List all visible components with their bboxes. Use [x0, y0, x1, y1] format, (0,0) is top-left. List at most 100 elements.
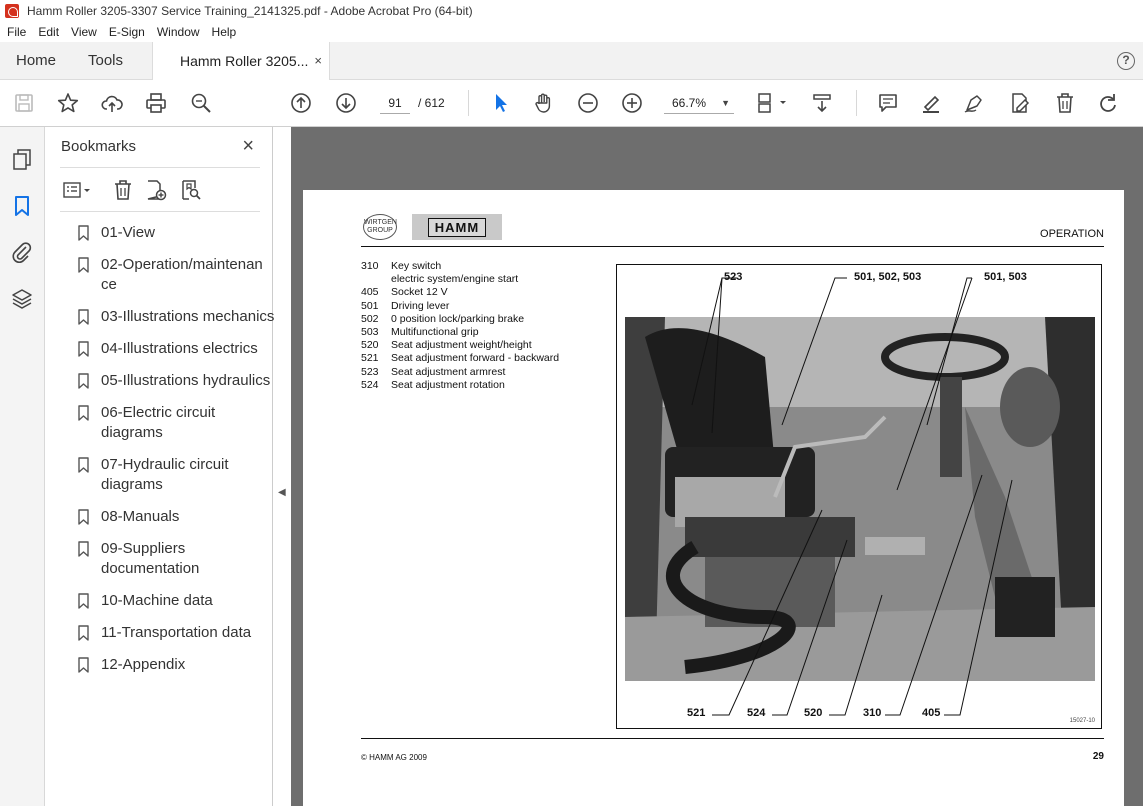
redo-icon[interactable] [1096, 91, 1120, 115]
highlight-pen-icon[interactable] [919, 91, 943, 115]
footer-rule [361, 738, 1104, 739]
window-title: Hamm Roller 3205-3307 Service Training_2… [27, 4, 473, 18]
bookmark-label: 07-Hydraulic circuit diagrams [101, 456, 229, 493]
bookmark-item[interactable]: 11-Transportation data [75, 623, 275, 643]
new-bookmark-icon[interactable] [145, 179, 167, 201]
bookmark-item[interactable]: 03-Illustrations mechanics [75, 307, 275, 327]
bookmarks-toolbar [60, 175, 260, 205]
zoom-level-dropdown[interactable]: 66.7% ▼ [664, 92, 734, 114]
menu-view[interactable]: View [64, 25, 102, 39]
title-bar: Hamm Roller 3205-3307 Service Training_2… [0, 0, 1143, 22]
bookmark-label: 06-Electric circuit diagrams [101, 404, 216, 441]
parts-legend: 310 Key switch electric system/engine sta… [361, 260, 559, 392]
upload-cloud-icon[interactable] [100, 91, 124, 115]
callout-520: 520 [804, 707, 823, 719]
bookmark-icon [78, 625, 89, 641]
callout-521: 521 [687, 707, 706, 719]
star-icon[interactable] [56, 91, 80, 115]
hamm-logo-text: HAMM [427, 217, 487, 237]
bookmark-icon [78, 341, 89, 357]
wirtgen-group-logo: WIRTGEN GROUP [363, 214, 397, 240]
delete-icon[interactable] [1053, 91, 1077, 115]
find-bookmark-icon[interactable] [180, 179, 202, 201]
acrobat-logo-icon [5, 4, 19, 18]
help-icon[interactable]: ? [1117, 52, 1135, 70]
tab-bar: Home Tools Hamm Roller 3205... × ? [0, 42, 1143, 81]
save-icon[interactable] [12, 91, 36, 115]
page-thumbnails-icon[interactable] [10, 147, 34, 171]
layers-icon[interactable] [10, 287, 34, 311]
section-title: OPERATION [1040, 228, 1104, 240]
page-number-input[interactable]: 91 [380, 92, 410, 114]
previous-page-icon[interactable] [289, 91, 313, 115]
collapse-panel-icon[interactable]: ◀ [278, 487, 286, 498]
bookmark-item[interactable]: 08-Manuals [75, 507, 275, 527]
figure-id: 15027-10 [1069, 718, 1095, 724]
divider [60, 167, 260, 168]
bookmark-options-icon[interactable] [62, 179, 96, 201]
zoom-in-icon[interactable] [620, 91, 644, 115]
bookmark-label: 04-Illustrations electrics [101, 340, 258, 357]
tab-home[interactable]: Home [16, 42, 56, 80]
menu-window[interactable]: Window [150, 25, 205, 39]
page-display-icon[interactable] [756, 91, 790, 115]
hand-tool-icon[interactable] [532, 91, 556, 115]
tab-tools[interactable]: Tools [88, 42, 123, 80]
bookmark-item[interactable]: 09-Suppliers documentation [75, 539, 275, 579]
comment-icon[interactable] [876, 91, 900, 115]
zoom-out-icon[interactable] [576, 91, 600, 115]
legend-row: 524 Seat adjustment rotation [361, 378, 505, 391]
menu-bar: File Edit View E-Sign Window Help [0, 22, 1143, 42]
pdf-page: WIRTGEN GROUP HAMM OPERATION 310 Key swit… [303, 190, 1124, 806]
menu-edit[interactable]: Edit [31, 25, 64, 39]
printed-page-number: 29 [1092, 751, 1104, 762]
legend-row: 502 0 position lock/parking brake [361, 312, 525, 325]
bookmark-item[interactable]: 06-Electric circuit diagrams [75, 403, 275, 443]
bookmark-icon [78, 593, 89, 609]
attachments-icon[interactable] [10, 240, 34, 264]
bookmark-item[interactable]: 02-Operation/maintenan ce [75, 255, 275, 295]
zoom-search-icon[interactable] [189, 91, 213, 115]
menu-help[interactable]: Help [205, 25, 242, 39]
legend-row: 520 Seat adjustment weight/height [361, 339, 532, 352]
bookmark-item[interactable]: 12-Appendix [75, 655, 275, 675]
callout-524: 524 [747, 707, 766, 719]
fill-sign-icon[interactable] [962, 91, 986, 115]
bookmark-label: 05-Illustrations hydraulics [101, 372, 271, 389]
bookmark-item[interactable]: 10-Machine data [75, 591, 275, 611]
callout-310: 310 [863, 707, 882, 719]
legend-row: 523 Seat adjustment armrest [361, 365, 506, 378]
tab-close-icon[interactable]: × [314, 42, 322, 80]
toolbar-divider [856, 90, 857, 116]
legend-row: 501 Driving lever [361, 299, 450, 312]
menu-file[interactable]: File [0, 25, 31, 39]
menu-esign[interactable]: E-Sign [102, 25, 150, 39]
bookmark-item[interactable]: 01-View [75, 223, 275, 243]
chevron-down-icon: ▼ [721, 98, 730, 108]
callout-501-503: 501, 503 [984, 271, 1027, 283]
header-rule [361, 246, 1104, 247]
delete-bookmark-icon[interactable] [112, 179, 134, 201]
bookmark-panel-icon[interactable] [10, 194, 34, 218]
close-panel-icon[interactable]: × [242, 135, 254, 158]
tab-document[interactable]: Hamm Roller 3205... × [152, 42, 330, 81]
callout-405: 405 [922, 707, 941, 719]
next-page-icon[interactable] [334, 91, 358, 115]
callout-523: 523 [724, 271, 743, 283]
bookmark-item[interactable]: 07-Hydraulic circuit diagrams [75, 455, 275, 495]
bookmark-item[interactable]: 04-Illustrations electrics [75, 339, 275, 359]
edit-pdf-icon[interactable] [1008, 91, 1032, 115]
legend-row: 503 Multifunctional grip [361, 326, 479, 339]
toolbar: 91 / 612 66.7% ▼ [0, 80, 1143, 127]
bookmark-label: 08-Manuals [101, 508, 180, 525]
bookmarks-title: Bookmarks [61, 138, 137, 155]
bookmark-label: 09-Suppliers documentation [101, 540, 200, 577]
legend-row: electric system/engine start [391, 273, 519, 286]
bookmark-icon [78, 373, 89, 389]
print-icon[interactable] [144, 91, 168, 115]
scroll-mode-icon[interactable] [810, 91, 834, 115]
bookmark-icon [78, 657, 89, 673]
bookmark-label: 01-View [101, 224, 155, 241]
select-cursor-icon[interactable] [489, 91, 513, 115]
bookmark-item[interactable]: 05-Illustrations hydraulics [75, 371, 275, 391]
